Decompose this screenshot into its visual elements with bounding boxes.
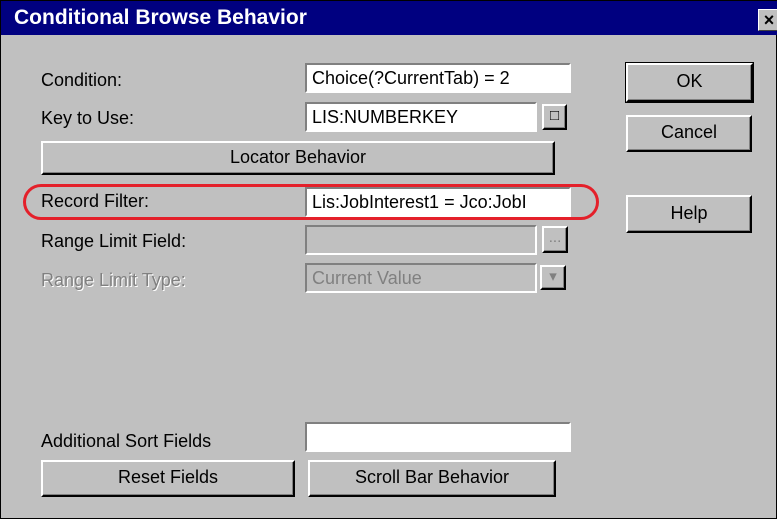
close-button[interactable]: × <box>758 9 777 31</box>
additional-sort-fields-label: Additional Sort Fields <box>41 431 212 451</box>
cancel-button[interactable]: Cancel <box>626 115 752 152</box>
condition-field[interactable]: Choice(?CurrentTab) = 2 <box>305 63 571 93</box>
ok-button[interactable]: OK <box>625 62 754 103</box>
range-limit-type-dropdown-button[interactable]: ▾ <box>540 265 566 290</box>
range-limit-field-input[interactable] <box>305 225 537 255</box>
highlight-annotation <box>23 184 599 220</box>
key-lookup-button[interactable]: □ <box>542 104 567 130</box>
key-to-use-field[interactable]: LIS:NUMBERKEY <box>305 102 537 132</box>
range-limit-type-select[interactable]: Current Value <box>305 263 537 293</box>
close-icon: × <box>763 10 775 30</box>
scroll-bar-behavior-button[interactable]: Scroll Bar Behavior <box>308 460 556 497</box>
chevron-down-icon: ▾ <box>549 268 557 285</box>
locator-behavior-button[interactable]: Locator Behavior <box>41 141 555 175</box>
reset-fields-button[interactable]: Reset Fields <box>41 460 295 497</box>
dialog-window: Conditional Browse Behavior × Condition:… <box>0 0 777 519</box>
additional-sort-fields-input[interactable] <box>305 422 571 452</box>
key-to-use-label: Key to Use: <box>41 108 135 128</box>
lookup-icon: □ <box>549 107 560 124</box>
ellipsis-icon: ... <box>548 229 562 246</box>
range-limit-type-label: Range Limit Type: <box>41 270 186 290</box>
range-limit-lookup-button[interactable]: ... <box>542 226 568 253</box>
condition-label: Condition: <box>41 70 123 90</box>
range-limit-field-label: Range Limit Field: <box>41 231 187 251</box>
help-button[interactable]: Help <box>626 195 752 233</box>
window-title: Conditional Browse Behavior <box>14 6 307 29</box>
title-bar: Conditional Browse Behavior × <box>1 1 777 35</box>
